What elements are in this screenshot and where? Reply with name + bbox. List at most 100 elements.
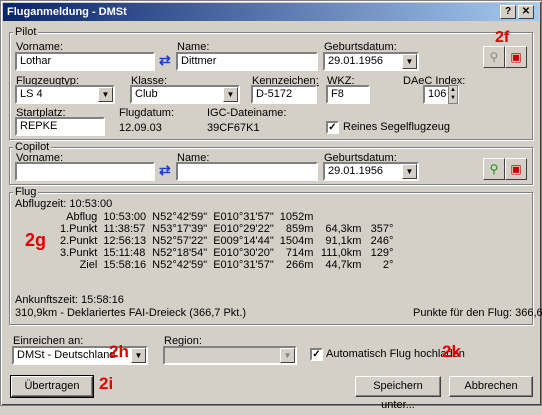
flug-group-title: Flug [13, 186, 39, 198]
flight-cell-alt: 1052m [279, 211, 314, 223]
chevron-down-icon[interactable]: ▼ [98, 87, 113, 102]
annotation-2h: 2h [109, 342, 129, 361]
flight-cell-bearing: 246° [370, 235, 394, 247]
flight-cell-alt: 859m [285, 223, 314, 235]
swap-copilot-icon[interactable]: ⇄ [159, 162, 171, 179]
copilot-geburtsdatum-value: 29.01.1956 [328, 165, 384, 177]
flugdatum-value: 12.09.03 [119, 122, 162, 134]
flight-cell-time: 12:56:13 [103, 235, 147, 247]
flight-cell-lon: E010°31'57" [213, 211, 274, 223]
annotation-2f: 2f [495, 29, 510, 46]
flight-point-row: 1.Punkt 11:38:57 N53°17'39" E010°29'22" 859m… [57, 223, 396, 235]
abbrechen-button[interactable]: Abbrechen [449, 376, 533, 397]
flight-cell-alt: 714m [285, 247, 314, 259]
flight-cell-time: 11:38:57 [103, 223, 146, 235]
flight-cell-bearing [364, 211, 396, 223]
ankunftszeit-text: Ankunftszeit: 15:58:16 [15, 294, 124, 306]
flight-point-row: 3.Punkt 15:11:48 N52°18'54" E010°30'20" 714m… [57, 247, 396, 259]
speichern-unter-button[interactable]: Speichern unter... [355, 376, 441, 411]
wkz-field[interactable]: F8 [326, 85, 370, 104]
flugdatum-label: Flugdatum: [119, 107, 175, 119]
chevron-down-icon[interactable]: ▼ [402, 54, 417, 69]
flugzeugtyp-value: LS 4 [20, 88, 43, 100]
auto-upload-checkbox[interactable]: ✓ [310, 348, 323, 361]
igc-dateiname-value: 39CF67K1 [207, 122, 260, 134]
help-button[interactable]: ? [500, 5, 516, 19]
flight-cell-lon: E009°14'44" [213, 235, 274, 247]
reines-segelflugzeug-checkbox[interactable]: ✓ [326, 121, 339, 134]
person-icon: ⚲ [489, 50, 499, 64]
reines-segelflugzeug-label: Reines Segelflugzeug [343, 121, 451, 133]
flight-cell-time: 15:58:16 [103, 259, 147, 271]
flight-cell-time: 10:53:00 [103, 211, 147, 223]
address-book-button[interactable]: ▣ [505, 46, 527, 68]
close-button[interactable]: ✕ [518, 5, 534, 19]
dialog-window: Fluganmeldung - DMSt ? ✕ Pilot Vorname: … [0, 0, 542, 411]
person-lookup-button[interactable]: ⚲ [483, 46, 505, 68]
flight-cell-alt: 266m [285, 259, 314, 271]
flight-cell-label: 3.Punkt [60, 247, 98, 259]
einreichen-value: DMSt - Deutschland [17, 349, 116, 361]
flight-points-table: Abflug 10:53:00 N52°42'59" E010°31'57" 1052m… [57, 211, 396, 271]
flight-cell-lat: N52°42'59" [152, 211, 208, 223]
flight-cell-bearing: 2° [382, 259, 394, 271]
flight-point-row: 2.Punkt 12:56:13 N52°57'22" E009°14'44" 1504… [57, 235, 396, 247]
flight-cell-lat: N52°42'59" [152, 259, 208, 271]
abflugzeit-text: Abflugzeit: 10:53:00 [15, 198, 113, 210]
pilot-vorname-field[interactable]: Lothar [15, 52, 155, 71]
copilot-geburtsdatum-select[interactable]: 29.01.1956 ▼ [323, 162, 419, 181]
flight-cell-bearing: 357° [370, 223, 394, 235]
flight-cell-dist: 44,7km [325, 259, 362, 271]
copilot-person-lookup-button[interactable]: ⚲ [483, 158, 505, 180]
annotation-2k: 2k [442, 342, 461, 361]
flight-cell-lat: N52°18'54" [152, 247, 208, 259]
kennzeichen-field[interactable]: D-5172 [251, 85, 317, 104]
flight-cell-alt: 1504m [279, 235, 314, 247]
window-title: Fluganmeldung - DMSt [7, 6, 127, 18]
flight-cell-dist [316, 211, 364, 223]
flight-point-row: Ziel 15:58:16 N52°42'59" E010°31'57" 266m 44,… [57, 259, 396, 271]
flight-cell-lon: E010°29'22" [213, 223, 274, 235]
copilot-vorname-field[interactable] [15, 162, 155, 181]
startplatz-field[interactable]: REPKE [15, 117, 105, 136]
swap-pilot-icon[interactable]: ⇄ [159, 52, 171, 69]
flight-cell-dist: 64,3km [325, 223, 362, 235]
chevron-down-icon[interactable]: ▼ [223, 87, 238, 102]
klasse-value: Club [135, 88, 158, 100]
klasse-select[interactable]: Club ▼ [130, 85, 240, 104]
flugzeugtyp-select[interactable]: LS 4 ▼ [15, 85, 115, 104]
flight-point-row: Abflug 10:53:00 N52°42'59" E010°31'57" 1052m [57, 211, 396, 223]
flight-cell-lat: N52°57'22" [152, 235, 208, 247]
flight-cell-label: 2.Punkt [60, 235, 98, 247]
flight-cell-lon: E010°30'20" [213, 247, 274, 259]
flight-rows: Abflug 10:53:00 N52°42'59" E010°31'57" 1052m… [57, 211, 396, 271]
chevron-down-icon[interactable]: ▼ [280, 348, 295, 363]
title-bar[interactable]: Fluganmeldung - DMSt ? ✕ [3, 3, 539, 21]
copilot-address-book-button[interactable]: ▣ [505, 158, 527, 180]
uebertragen-button[interactable]: Übertragen [10, 375, 94, 398]
flight-cell-lon: E010°31'57" [213, 259, 274, 271]
person-icon: ⚲ [489, 162, 499, 176]
region-select[interactable]: ▼ [163, 346, 297, 365]
annotation-2g: 2g [25, 230, 47, 250]
chevron-down-icon[interactable]: ▼ [131, 348, 146, 363]
pilot-group-title: Pilot [13, 26, 39, 38]
flight-cell-lat: N53°17'39" [152, 223, 208, 235]
chevron-down-icon[interactable]: ▼ [402, 164, 417, 179]
flight-cell-dist: 111,0km [320, 247, 362, 259]
daec-index-spinner[interactable]: ▲ ▼ [448, 85, 458, 104]
annotation-2i: 2i [99, 374, 114, 393]
pilot-geburtsdatum-value: 29.01.1956 [328, 55, 384, 67]
pilot-geburtsdatum-select[interactable]: 29.01.1956 ▼ [323, 52, 419, 71]
flight-cell-label: Ziel [79, 259, 98, 271]
address-book-icon: ▣ [510, 50, 522, 64]
punkte-text: Punkte für den Flug: 366,68 [413, 307, 542, 319]
flight-summary-text: 310,9km - Deklariertes FAI-Dreieck (366,… [15, 307, 247, 319]
flight-cell-label: Abflug [66, 211, 98, 223]
address-book-icon: ▣ [510, 162, 522, 176]
pilot-name-field[interactable]: Dittmer [176, 52, 318, 71]
flight-cell-bearing: 129° [370, 247, 394, 259]
flight-cell-label: 1.Punkt [60, 223, 98, 235]
copilot-name-field[interactable] [176, 162, 318, 181]
igc-dateiname-label: IGC-Dateiname: [207, 107, 287, 119]
